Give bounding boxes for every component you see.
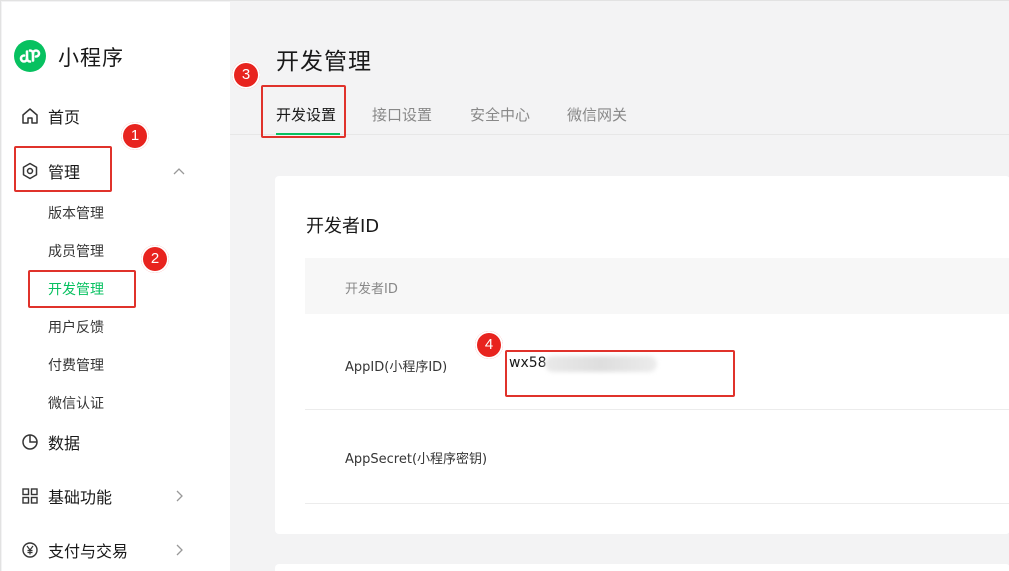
annotation-badge-3: 3 [232, 61, 260, 89]
nav-label-pay: 支付与交易 [48, 542, 129, 561]
nav-item-data[interactable]: 数据 [20, 428, 80, 456]
nav-item-home[interactable]: 首页 [20, 102, 80, 130]
miniprogram-logo-icon [14, 40, 46, 72]
sub-item-paid[interactable]: 付费管理 [48, 355, 104, 375]
pie-chart-icon [20, 432, 40, 452]
grid-icon [20, 486, 40, 506]
nav-item-pay[interactable]: 支付与交易 [20, 536, 128, 564]
tab-wechat-gateway[interactable]: 微信网关 [567, 104, 627, 125]
appid-label: AppID(小程序ID) [345, 360, 448, 375]
table-row-appsecret: AppSecret(小程序密钥) [305, 410, 1009, 504]
chevron-right-icon[interactable] [172, 543, 186, 557]
sub-item-version[interactable]: 版本管理 [48, 203, 104, 223]
appsecret-label: AppSecret(小程序密钥) [345, 452, 488, 467]
chevron-up-icon[interactable] [172, 164, 186, 178]
nav-label-data: 数据 [48, 434, 81, 453]
annotation-box-dev-manage [28, 270, 136, 308]
table-header: 开发者ID [305, 258, 1009, 314]
annotation-badge-1: 1 [121, 122, 149, 150]
sub-item-wechat-verify[interactable]: 微信认证 [48, 393, 104, 413]
main-content: 开发管理 开发设置 接口设置 安全中心 微信网关 开发者ID 开发者ID App… [230, 2, 1009, 571]
nav-label-home: 首页 [48, 108, 81, 127]
annotation-badge-2: 2 [141, 245, 169, 273]
window: 小程序 首页 管理 版本管理 成员管理 开发管理 用户反馈 付费管理 微信认证 … [0, 0, 1009, 571]
tab-security[interactable]: 安全中心 [470, 104, 530, 125]
sub-item-feedback[interactable]: 用户反馈 [48, 317, 104, 337]
section-title: 开发者ID [306, 216, 380, 237]
annotation-box-appid [505, 350, 735, 397]
page-title: 开发管理 [276, 49, 372, 75]
annotation-badge-4: 4 [475, 331, 503, 359]
yen-coin-icon [20, 540, 40, 560]
app-name: 小程序 [58, 46, 124, 70]
nav-item-basic[interactable]: 基础功能 [20, 482, 112, 510]
next-card [275, 564, 1009, 571]
table-header-label: 开发者ID [345, 282, 398, 297]
annotation-box-manage [14, 146, 112, 192]
nav-label-basic: 基础功能 [48, 488, 113, 507]
sub-item-members[interactable]: 成员管理 [48, 241, 104, 261]
chevron-right-icon[interactable] [172, 489, 186, 503]
tab-api-settings[interactable]: 接口设置 [372, 104, 432, 125]
annotation-box-dev-settings [261, 85, 346, 138]
home-icon [20, 106, 40, 126]
tabs-divider [230, 134, 1009, 135]
